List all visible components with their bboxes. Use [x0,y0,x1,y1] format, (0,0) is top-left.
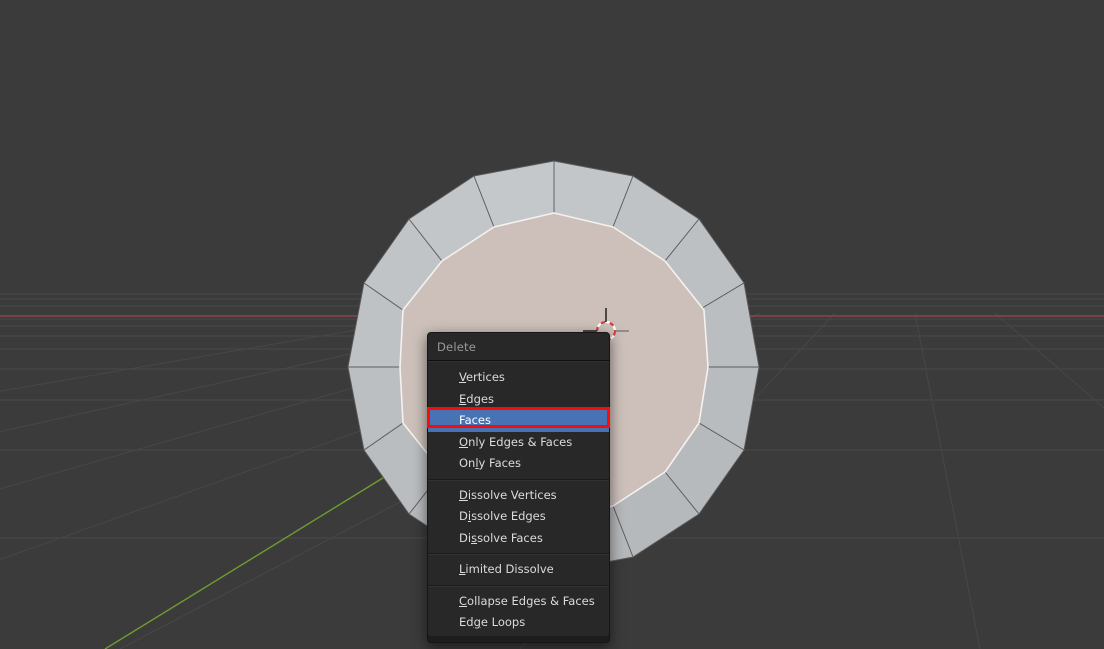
menu-item-faces[interactable]: Faces [428,410,609,432]
accelerator-char: V [459,370,466,384]
accelerator-char: s [471,530,478,545]
accelerator-char: F [459,413,465,427]
menu-separator [428,584,609,587]
menu-item-dissolve-edges[interactable]: Dissolve Edges [428,506,609,528]
menu-separator [428,553,609,555]
menu-item-edges[interactable]: Edges [428,389,609,411]
menu-item-list: Vertices Edges Faces Only Edges & Faces Only… [428,362,609,636]
accelerator-char: L [459,562,466,576]
accelerator-char: C [459,593,468,608]
menu-separator [428,478,609,481]
accelerator-char: D [459,487,468,502]
accelerator-char: l [475,456,479,470]
menu-item-vertices[interactable]: Vertices [428,367,609,389]
menu-item-collapse-edges-and-faces[interactable]: Collapse Edges & Faces [428,591,609,613]
menu-item-only-faces[interactable]: Only Faces [428,453,609,475]
menu-title: Delete [428,333,609,360]
menu-item-only-edges-and-faces[interactable]: Only Edges & Faces [428,432,609,454]
accelerator-char: E [459,391,467,406]
accelerator-char: g [473,615,481,629]
delete-context-menu[interactable]: Delete Vertices Edges Faces Only Edges & Fa… [427,332,610,643]
accelerator-char: i [467,509,472,523]
menu-item-limited-dissolve[interactable]: Limited Dissolve [428,559,609,581]
accelerator-char: O [459,434,469,449]
menu-item-edge-loops[interactable]: Edge Loops [428,612,609,634]
menu-item-dissolve-vertices[interactable]: Dissolve Vertices [428,485,609,507]
menu-item-dissolve-faces[interactable]: Dissolve Faces [428,528,609,550]
